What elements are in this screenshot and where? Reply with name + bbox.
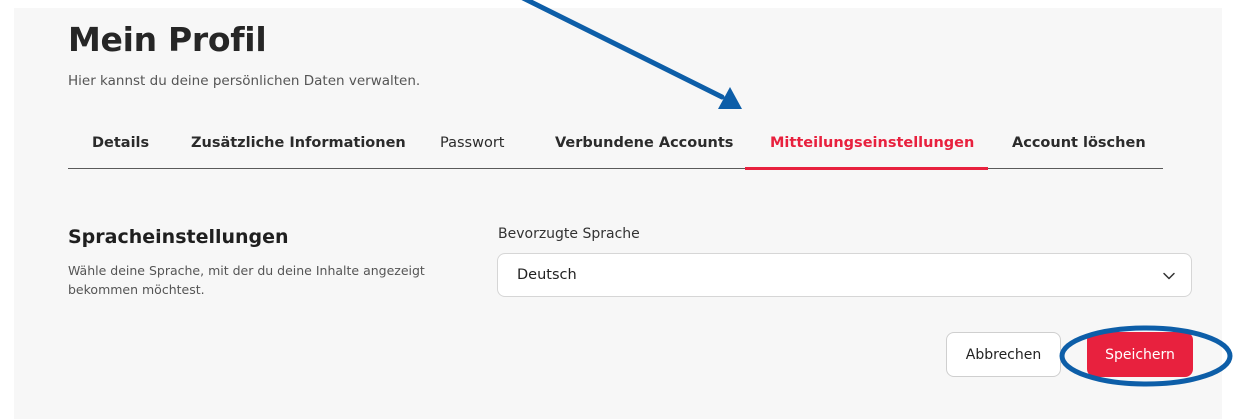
chevron-down-icon [1163,272,1175,280]
language-select-value: Deutsch [517,267,577,283]
page-subtitle: Hier kannst du deine persönlichen Daten … [68,73,421,89]
profile-tabs: Details Zusätzliche Informationen Passwo… [68,125,1163,171]
tab-delete-account[interactable]: Account löschen [1012,135,1146,151]
save-button[interactable]: Speichern [1087,332,1193,377]
language-select[interactable]: Deutsch [497,253,1192,297]
preferred-language-label: Bevorzugte Sprache [498,226,640,242]
tab-connected-accounts[interactable]: Verbundene Accounts [555,135,733,151]
page-title: Mein Profil [68,20,267,59]
tab-details[interactable]: Details [92,135,149,151]
tab-password[interactable]: Passwort [440,135,504,151]
tab-notification-settings[interactable]: Mitteilungseinstellungen [770,135,974,151]
active-tab-indicator [745,167,988,170]
tab-additional-info[interactable]: Zusätzliche Informationen [191,135,406,151]
cancel-button[interactable]: Abbrechen [946,332,1061,377]
tabs-divider [68,168,1163,169]
language-section-title: Spracheinstellungen [68,226,289,248]
language-section-description: Wähle deine Sprache, mit der du deine In… [68,263,425,297]
